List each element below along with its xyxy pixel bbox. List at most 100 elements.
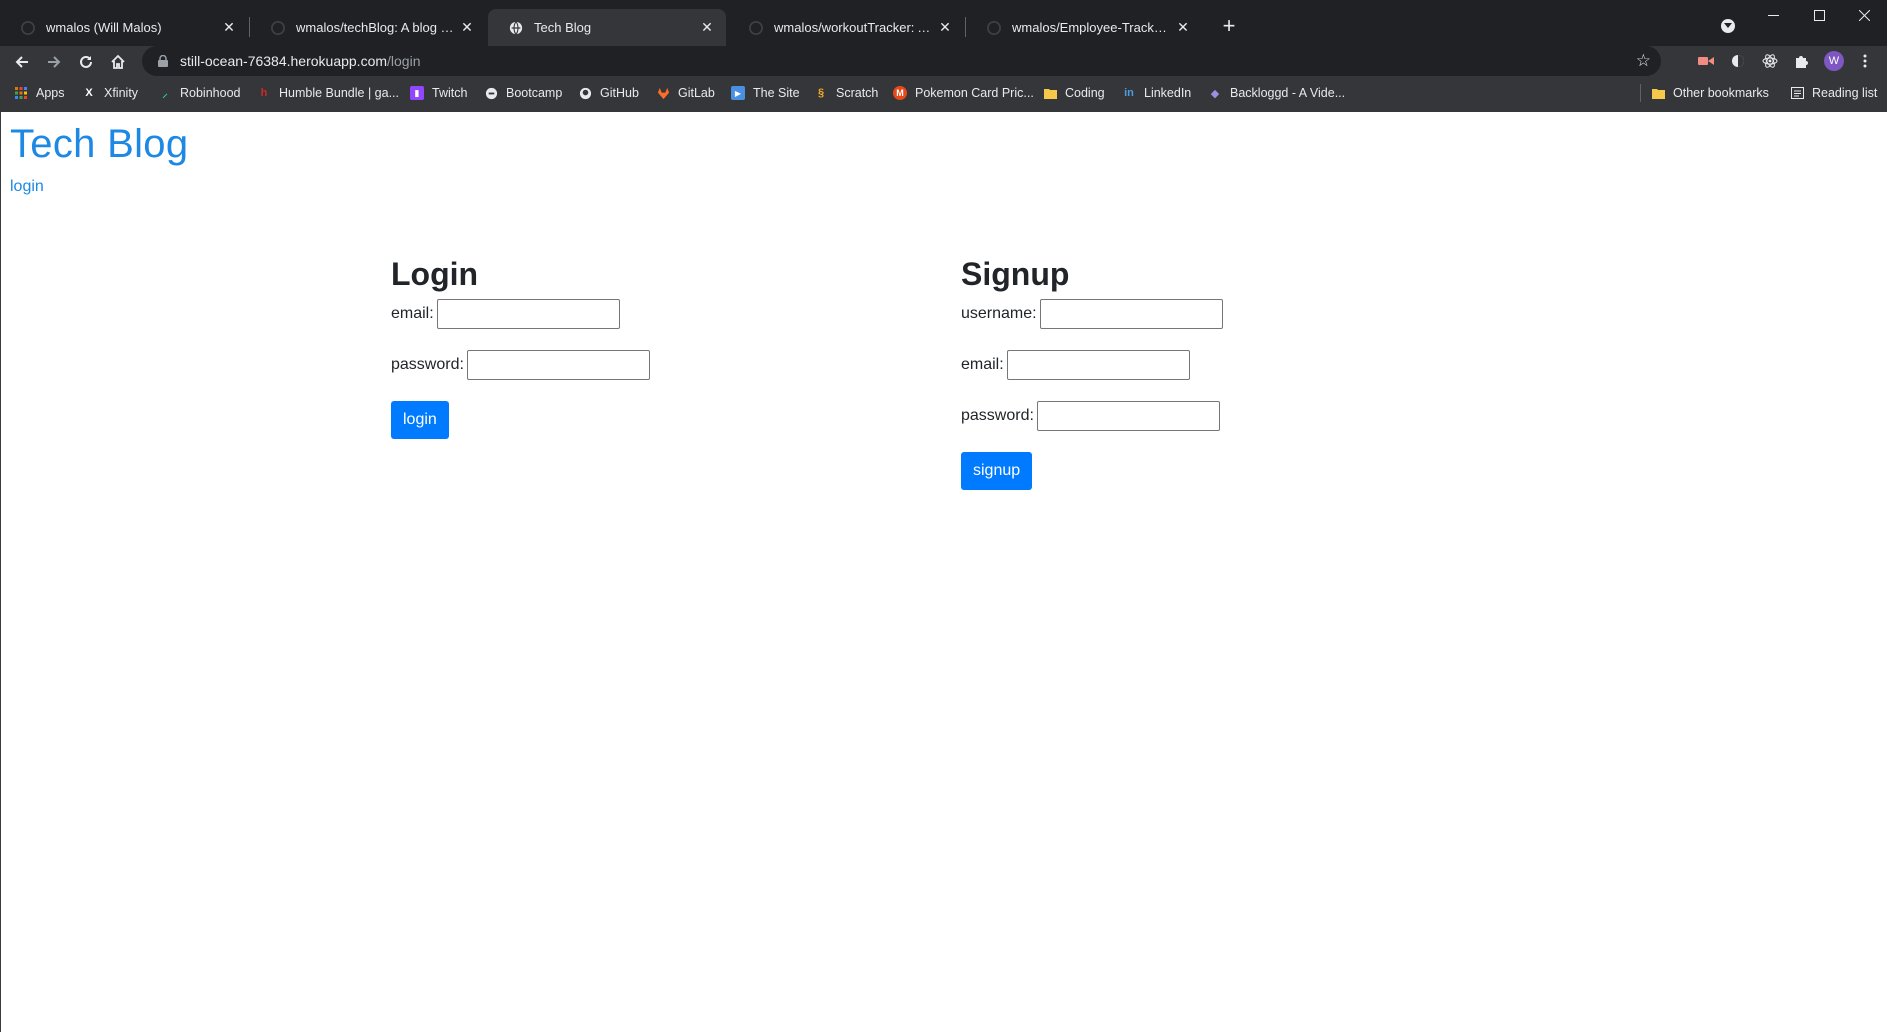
- bookmark-linkedin[interactable]: in LinkedIn: [1122, 84, 1191, 102]
- bookmark-apps[interactable]: Apps: [14, 84, 65, 102]
- tab-title: wmalos (Will Malos): [46, 20, 162, 35]
- bookmark-label: Pokemon Card Pric...: [915, 86, 1034, 100]
- signup-heading: Signup: [961, 256, 1070, 292]
- folder-icon: [1043, 86, 1057, 100]
- scratch-icon: §: [817, 87, 825, 99]
- bookmark-twitch[interactable]: ▮ Twitch: [410, 84, 467, 102]
- bookmark-gitlab[interactable]: GitLab: [656, 84, 715, 102]
- minimize-button[interactable]: [1750, 0, 1796, 30]
- reading-list-icon: [1790, 86, 1804, 100]
- signup-username-label: username:: [961, 305, 1037, 322]
- tab-wmalos-profile[interactable]: wmalos (Will Malos) ✕: [0, 9, 248, 46]
- login-password-field[interactable]: [466, 350, 650, 380]
- arrow-left-icon: [15, 56, 28, 68]
- forward-button[interactable]: [40, 48, 68, 76]
- signup-password-field[interactable]: [1036, 401, 1220, 431]
- close-icon[interactable]: ✕: [698, 19, 716, 37]
- bookmark-star-icon[interactable]: ☆: [1636, 51, 1651, 71]
- tab-title: wmalos/workoutTracker: An app: [774, 20, 936, 35]
- signup-password-row: password:: [961, 401, 1223, 431]
- github-icon: [270, 20, 286, 36]
- bookmark-label: Other bookmarks: [1673, 86, 1769, 100]
- bookmark-bootcamp[interactable]: Bootcamp: [484, 84, 562, 102]
- new-tab-button[interactable]: +: [1215, 12, 1243, 40]
- bookmark-github[interactable]: GitHub: [578, 84, 639, 102]
- video-extension-icon[interactable]: [1695, 50, 1717, 72]
- puzzle-extensions-icon[interactable]: [1790, 50, 1812, 72]
- signup-username-field[interactable]: [1039, 299, 1223, 329]
- bookmark-label: Twitch: [432, 86, 468, 100]
- robinhood-icon: ⸝: [162, 87, 168, 100]
- tab-tech-blog[interactable]: Tech Blog ✕: [488, 9, 726, 46]
- maximize-button[interactable]: [1796, 0, 1842, 30]
- close-icon[interactable]: ✕: [936, 19, 954, 37]
- bookmark-label: Humble Bundle | ga...: [279, 86, 399, 100]
- bootcamp-icon: [484, 86, 498, 100]
- bookmark-scratch[interactable]: § Scratch: [814, 84, 878, 102]
- bookmark-label: Coding: [1065, 86, 1105, 100]
- site-title[interactable]: Tech Blog: [10, 122, 188, 167]
- bookmark-label: Bootcamp: [506, 86, 563, 100]
- browser-toolbar: still-ocean-76384.herokuapp.com/login ☆ …: [0, 46, 1887, 76]
- bookmarks-bar: Apps X Xfinity ⸝ Robinhood h Humble Bund…: [0, 80, 1887, 106]
- tab-workout-tracker[interactable]: wmalos/workoutTracker: An app ✕: [728, 9, 964, 46]
- browser-chrome: wmalos (Will Malos) ✕ wmalos/techBlog: A…: [0, 0, 1887, 112]
- chevron-down-icon: [1721, 19, 1735, 33]
- tab-search-button[interactable]: [1716, 14, 1740, 38]
- nav-login-link[interactable]: login: [10, 178, 44, 196]
- profile-avatar[interactable]: W: [1824, 51, 1844, 71]
- bookmark-label: GitLab: [678, 86, 715, 100]
- signup-button[interactable]: signup: [961, 452, 1033, 490]
- github-icon: [578, 86, 592, 100]
- pokemon-icon: M: [893, 86, 907, 100]
- xfinity-icon: X: [85, 87, 93, 99]
- bookmark-coding-folder[interactable]: Coding: [1043, 84, 1105, 102]
- bookmark-pokemon[interactable]: M Pokemon Card Pric...: [893, 84, 1034, 102]
- bookmark-other-bookmarks[interactable]: Other bookmarks: [1651, 84, 1769, 102]
- tab-techblog-repo[interactable]: wmalos/techBlog: A blog where y ✕: [250, 9, 486, 46]
- maximize-icon: [1813, 9, 1825, 21]
- signup-email-label: email:: [961, 356, 1004, 373]
- tab-title: wmalos/techBlog: A blog where y: [296, 20, 458, 35]
- bookmark-xfinity[interactable]: X Xfinity: [82, 84, 138, 102]
- signup-email-field[interactable]: [1006, 350, 1190, 380]
- the-site-icon: ▶: [731, 86, 745, 100]
- page-content: Tech Blog login Login email: password: l…: [0, 112, 1887, 1032]
- login-password-row: password:: [391, 350, 650, 380]
- login-email-row: email:: [391, 299, 650, 329]
- bookmark-humble-bundle[interactable]: h Humble Bundle | ga...: [257, 84, 399, 102]
- twitch-icon: ▮: [410, 86, 424, 100]
- address-bar[interactable]: still-ocean-76384.herokuapp.com/login ☆: [142, 46, 1661, 76]
- login-email-field[interactable]: [436, 299, 620, 329]
- dark-reader-extension-icon[interactable]: [1727, 50, 1749, 72]
- signup-username-row: username:: [961, 299, 1223, 329]
- arrow-right-icon: [48, 56, 61, 68]
- bookmark-label: Robinhood: [180, 86, 241, 100]
- reload-button[interactable]: [72, 48, 100, 76]
- bookmark-backloggd[interactable]: ◆ Backloggd - A Vide...: [1208, 84, 1345, 102]
- tab-employee-tracker[interactable]: wmalos/Employee-Tracker: Emplo ✕: [966, 9, 1202, 46]
- login-button[interactable]: login: [391, 401, 449, 439]
- close-icon[interactable]: ✕: [220, 19, 238, 37]
- back-button[interactable]: [8, 48, 36, 76]
- signup-email-row: email:: [961, 350, 1223, 380]
- login-email-label: email:: [391, 305, 434, 322]
- linkedin-icon: in: [1124, 87, 1134, 99]
- bookmark-the-site[interactable]: ▶ The Site: [731, 84, 800, 102]
- close-icon[interactable]: ✕: [1174, 19, 1192, 37]
- bookmark-robinhood[interactable]: ⸝ Robinhood: [158, 84, 240, 102]
- react-devtools-extension-icon[interactable]: [1759, 50, 1781, 72]
- gitlab-icon: [656, 86, 670, 100]
- window-close-button[interactable]: [1841, 0, 1887, 30]
- close-icon[interactable]: ✕: [458, 19, 476, 37]
- bookmark-label: GitHub: [600, 86, 639, 100]
- login-heading: Login: [391, 256, 479, 292]
- reading-list-button[interactable]: Reading list: [1790, 84, 1877, 102]
- kebab-menu-icon[interactable]: [1854, 50, 1876, 72]
- login-form: Login email: password: login: [391, 256, 650, 439]
- home-button[interactable]: [104, 48, 132, 76]
- globe-icon: [508, 20, 524, 36]
- github-icon: [986, 20, 1002, 36]
- bookmark-label: LinkedIn: [1144, 86, 1192, 100]
- apps-grid-icon: [14, 86, 28, 100]
